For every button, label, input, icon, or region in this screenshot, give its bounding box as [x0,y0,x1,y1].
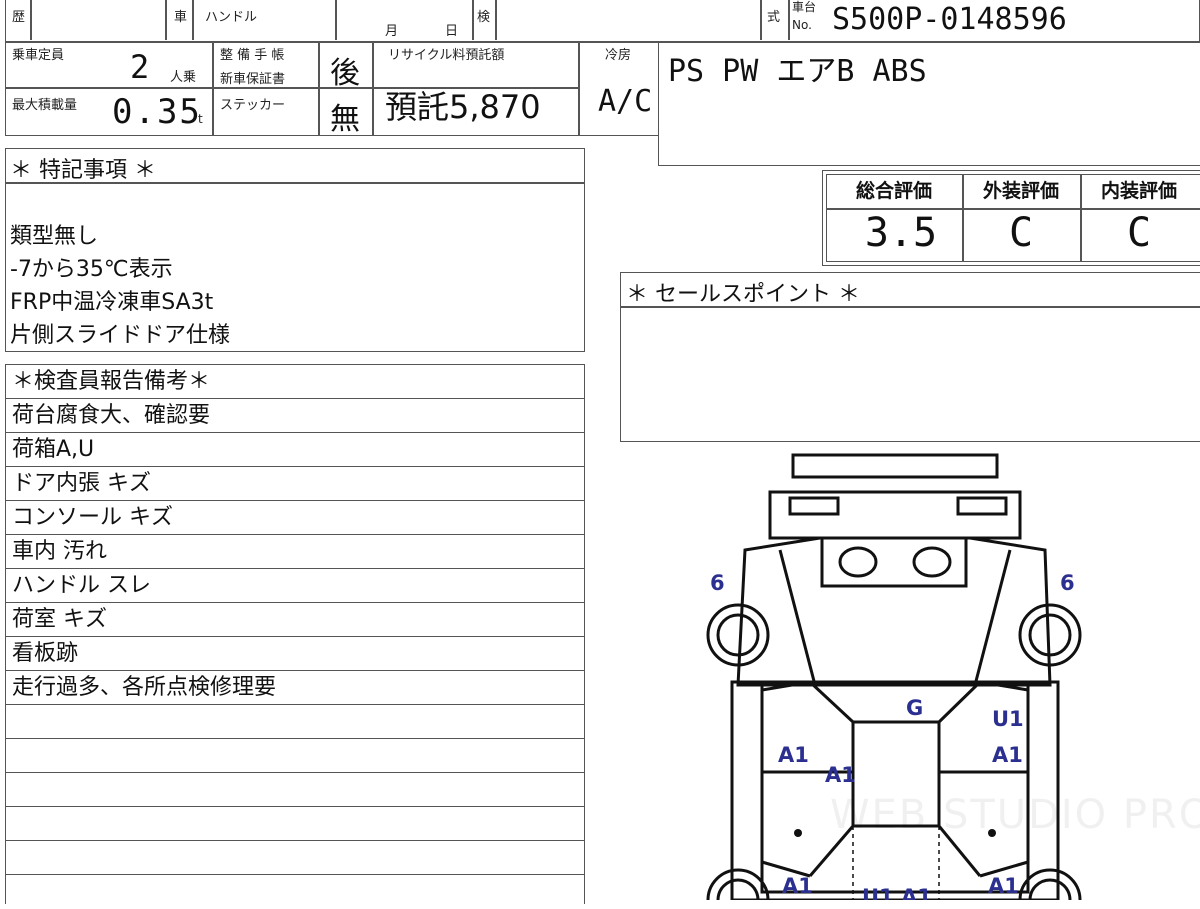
sticker-value: 無 [330,102,360,137]
equipment-text: PS PW エアB ABS [668,54,927,89]
mark-center-a: A1 [825,763,856,787]
inspector-box: ＊検査員報告備考＊ 荷台腐食大、確認要 荷箱A,U ドア内張 キズ コンソール … [5,364,585,904]
inspection-label: 検 [477,10,491,25]
inspector-row [6,739,584,773]
inspector-row: コンソール キズ [6,501,584,535]
overall-value: 3.5 [864,210,938,256]
overall-label: 総合評価 [855,180,932,202]
mark-left-a: A1 [778,743,809,767]
mark-rear-right-a: A1 [988,874,1019,898]
inspector-title: ＊検査員報告備考＊ [6,365,584,399]
windshield [820,536,968,588]
capacity-unit: 人乗 [170,70,197,85]
chassis-number: S500P-0148596 [832,2,1067,37]
recycle-label: リサイクル料預託額 [388,48,505,63]
inspector-row [6,841,584,875]
month-label: 月 [385,24,399,39]
front-bumper [791,453,999,479]
mark-rear-left-a: A1 [782,874,813,898]
inspector-row [6,773,584,807]
mark-front-right-tire: 6 [1060,571,1075,595]
maint-value: 後 [330,56,360,91]
cooler-value: A/C [598,84,653,119]
cooler-label: 冷房 [605,48,632,63]
load-unit: t [198,112,203,126]
mark-center-bottom: U1 A1 [862,885,932,900]
capacity-value: 2 [130,48,150,86]
chassis-label-bottom: No. [792,18,812,32]
maint-label: 整 備 手 帳 [220,48,285,63]
recycle-value: 預託5,870 [385,88,541,126]
handle-label: ハンドル [205,10,258,25]
inspector-row: ドア内張 キズ [6,467,584,501]
mark-right-upper: U1 [992,707,1024,731]
mark-front-left-tire: 6 [710,571,725,595]
interior-label: 内装評価 [1100,180,1177,202]
warranty-label: 新車保証書 [220,72,286,87]
history-label: 歴 [12,10,26,25]
inspector-row [6,705,584,739]
inspector-row: 荷台腐食大、確認要 [6,399,584,433]
inspector-row: 荷室 キズ [6,603,584,637]
exterior-label: 外装評価 [982,180,1059,202]
sticker-label: ステッカー [220,98,286,113]
mark-roof: G [906,696,923,720]
special-notes-title: ＊ 特記事項 ＊ [10,158,156,183]
chassis-label-top: 車台 [792,0,817,14]
inspector-row: 走行過多、各所点検修理要 [6,671,584,705]
special-note-line: -7から35℃表示 [10,257,173,282]
special-note-line: 片側スライドドア仕様 [10,323,231,348]
interior-value: C [1126,210,1152,256]
inspector-row: ハンドル スレ [6,569,584,603]
sales-point-title: ＊ セールスポイント ＊ [626,282,860,307]
special-notes-list: 類型無し -7から35℃表示 FRP中温冷凍車SA3t 片側スライドドア仕様 [10,220,230,352]
load-label: 最大積載量 [12,98,78,113]
inspector-row: 荷箱A,U [6,433,584,467]
day-label: 日 [445,24,459,39]
right-mirror [912,546,952,578]
left-headlight [788,496,840,516]
inspector-row [6,807,584,841]
special-note-line: 類型無し [10,224,99,249]
exterior-value: C [1008,210,1034,256]
special-note-line: FRP中温冷凍車SA3t [10,290,214,315]
inspector-row: 車内 汚れ [6,535,584,569]
inspector-row [6,875,584,909]
cab-outline [736,536,1052,687]
mark-right-a: A1 [992,743,1023,767]
capacity-label: 乗車定員 [12,48,65,63]
left-mirror [838,546,878,578]
load-value: 0.35 [112,92,202,132]
car-label: 車 [174,10,188,25]
right-headlight [956,496,1008,516]
inspector-row: 看板跡 [6,637,584,671]
type-label: 式 [767,10,781,25]
watermark: WEB STUDIO PRO [830,792,1200,838]
